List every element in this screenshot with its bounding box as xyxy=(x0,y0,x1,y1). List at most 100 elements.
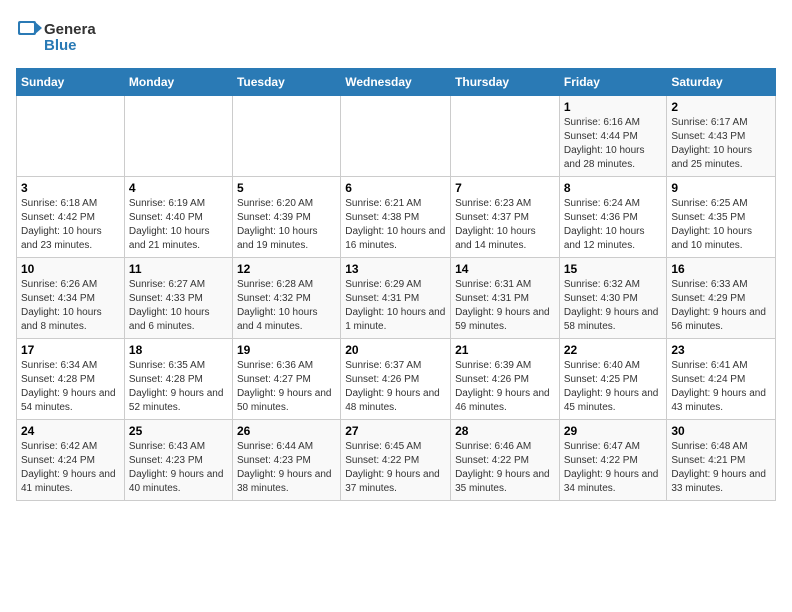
day-number: 9 xyxy=(671,181,771,195)
header-tuesday: Tuesday xyxy=(232,69,340,96)
day-number: 4 xyxy=(129,181,228,195)
day-number: 7 xyxy=(455,181,555,195)
day-number: 21 xyxy=(455,343,555,357)
week-row-4: 17 Sunrise: 6:34 AM Sunset: 4:28 PM Dayli… xyxy=(17,339,776,420)
day-number: 13 xyxy=(345,262,446,276)
day-number: 2 xyxy=(671,100,771,114)
day-cell: 24Sunrise: 6:42 AM Sunset: 4:24 PM Dayli… xyxy=(17,420,125,501)
day-info: Sunrise: 6:33 AM Sunset: 4:29 PM Dayligh… xyxy=(671,278,771,334)
day-info: Sunrise: 6:45 AM Sunset: 4:22 PM Dayligh… xyxy=(345,440,446,496)
day-number: 6 xyxy=(345,181,446,195)
day-info: Sunrise: 6:47 AM Sunset: 4:22 PM Dayligh… xyxy=(564,440,663,496)
header-thursday: Thursday xyxy=(451,69,560,96)
day-cell: 21 Sunrise: 6:39 AM Sunset: 4:26 PM Dayli… xyxy=(451,339,560,420)
day-info: Sunrise: 6:48 AM Sunset: 4:21 PM Dayligh… xyxy=(671,440,771,496)
week-row-3: 10 Sunrise: 6:26 AM Sunset: 4:34 PM Dayli… xyxy=(17,258,776,339)
day-info: Sunrise: 6:44 AM Sunset: 4:23 PM Dayligh… xyxy=(237,440,336,496)
day-cell xyxy=(17,96,125,177)
day-cell: 19 Sunrise: 6:36 AM Sunset: 4:27 PM Dayli… xyxy=(232,339,340,420)
day-cell: 27 Sunrise: 6:45 AM Sunset: 4:22 PM Dayli… xyxy=(341,420,451,501)
day-number: 3 xyxy=(21,181,120,195)
day-cell xyxy=(451,96,560,177)
day-number: 8 xyxy=(564,181,663,195)
week-row-1: 1 Sunrise: 6:16 AM Sunset: 4:44 PM Daylig… xyxy=(17,96,776,177)
day-cell xyxy=(341,96,451,177)
day-number: 30 xyxy=(671,424,771,438)
day-info: Sunrise: 6:34 AM Sunset: 4:28 PM Dayligh… xyxy=(21,359,120,415)
day-info: Sunrise: 6:35 AM Sunset: 4:28 PM Dayligh… xyxy=(129,359,228,415)
logo: GeneralBlue xyxy=(16,16,96,56)
day-cell xyxy=(232,96,340,177)
page-header: GeneralBlue xyxy=(16,16,776,56)
day-cell: 30 Sunrise: 6:48 AM Sunset: 4:21 PM Dayli… xyxy=(667,420,776,501)
header-friday: Friday xyxy=(559,69,667,96)
day-number: 29 xyxy=(564,424,663,438)
day-cell: 3 Sunrise: 6:18 AM Sunset: 4:42 PM Daylig… xyxy=(17,177,125,258)
week-row-5: 24Sunrise: 6:42 AM Sunset: 4:24 PM Dayli… xyxy=(17,420,776,501)
day-number: 11 xyxy=(129,262,228,276)
day-info: Sunrise: 6:26 AM Sunset: 4:34 PM Dayligh… xyxy=(21,278,120,334)
day-info: Sunrise: 6:29 AM Sunset: 4:31 PM Dayligh… xyxy=(345,278,446,334)
day-number: 28 xyxy=(455,424,555,438)
day-number: 25 xyxy=(129,424,228,438)
day-number: 1 xyxy=(564,100,663,114)
day-cell: 2 Sunrise: 6:17 AM Sunset: 4:43 PM Daylig… xyxy=(667,96,776,177)
day-cell: 9 Sunrise: 6:25 AM Sunset: 4:35 PM Daylig… xyxy=(667,177,776,258)
day-number: 10 xyxy=(21,262,120,276)
day-info: Sunrise: 6:32 AM Sunset: 4:30 PM Dayligh… xyxy=(564,278,663,334)
day-info: Sunrise: 6:17 AM Sunset: 4:43 PM Dayligh… xyxy=(671,116,771,172)
logo-svg: GeneralBlue xyxy=(16,16,96,56)
day-cell: 5 Sunrise: 6:20 AM Sunset: 4:39 PM Daylig… xyxy=(232,177,340,258)
day-info: Sunrise: 6:43 AM Sunset: 4:23 PM Dayligh… xyxy=(129,440,228,496)
day-number: 15 xyxy=(564,262,663,276)
week-row-2: 3 Sunrise: 6:18 AM Sunset: 4:42 PM Daylig… xyxy=(17,177,776,258)
day-number: 27 xyxy=(345,424,446,438)
day-info: Sunrise: 6:16 AM Sunset: 4:44 PM Dayligh… xyxy=(564,116,663,172)
day-number: 5 xyxy=(237,181,336,195)
day-cell: 22 Sunrise: 6:40 AM Sunset: 4:25 PM Dayli… xyxy=(559,339,667,420)
day-number: 17 xyxy=(21,343,120,357)
day-cell: 26Sunrise: 6:44 AM Sunset: 4:23 PM Dayli… xyxy=(232,420,340,501)
header-row: SundayMondayTuesdayWednesdayThursdayFrid… xyxy=(17,69,776,96)
day-info: Sunrise: 6:19 AM Sunset: 4:40 PM Dayligh… xyxy=(129,197,228,253)
day-cell: 16 Sunrise: 6:33 AM Sunset: 4:29 PM Dayli… xyxy=(667,258,776,339)
header-wednesday: Wednesday xyxy=(341,69,451,96)
day-info: Sunrise: 6:31 AM Sunset: 4:31 PM Dayligh… xyxy=(455,278,555,334)
day-cell: 10 Sunrise: 6:26 AM Sunset: 4:34 PM Dayli… xyxy=(17,258,125,339)
calendar-table: SundayMondayTuesdayWednesdayThursdayFrid… xyxy=(16,68,776,501)
day-cell: 6 Sunrise: 6:21 AM Sunset: 4:38 PM Daylig… xyxy=(341,177,451,258)
day-number: 20 xyxy=(345,343,446,357)
day-number: 24 xyxy=(21,424,120,438)
day-number: 16 xyxy=(671,262,771,276)
day-cell: 23Sunrise: 6:41 AM Sunset: 4:24 PM Dayli… xyxy=(667,339,776,420)
day-info: Sunrise: 6:21 AM Sunset: 4:38 PM Dayligh… xyxy=(345,197,446,253)
day-info: Sunrise: 6:28 AM Sunset: 4:32 PM Dayligh… xyxy=(237,278,336,334)
day-info: Sunrise: 6:20 AM Sunset: 4:39 PM Dayligh… xyxy=(237,197,336,253)
day-info: Sunrise: 6:24 AM Sunset: 4:36 PM Dayligh… xyxy=(564,197,663,253)
day-number: 22 xyxy=(564,343,663,357)
day-info: Sunrise: 6:18 AM Sunset: 4:42 PM Dayligh… xyxy=(21,197,120,253)
day-info: Sunrise: 6:40 AM Sunset: 4:25 PM Dayligh… xyxy=(564,359,663,415)
day-info: Sunrise: 6:27 AM Sunset: 4:33 PM Dayligh… xyxy=(129,278,228,334)
day-cell: 14Sunrise: 6:31 AM Sunset: 4:31 PM Dayli… xyxy=(451,258,560,339)
day-cell: 11 Sunrise: 6:27 AM Sunset: 4:33 PM Dayli… xyxy=(124,258,232,339)
day-cell: 8 Sunrise: 6:24 AM Sunset: 4:36 PM Daylig… xyxy=(559,177,667,258)
day-info: Sunrise: 6:36 AM Sunset: 4:27 PM Dayligh… xyxy=(237,359,336,415)
header-sunday: Sunday xyxy=(17,69,125,96)
header-monday: Monday xyxy=(124,69,232,96)
day-cell: 4 Sunrise: 6:19 AM Sunset: 4:40 PM Daylig… xyxy=(124,177,232,258)
day-cell: 17 Sunrise: 6:34 AM Sunset: 4:28 PM Dayli… xyxy=(17,339,125,420)
day-number: 18 xyxy=(129,343,228,357)
day-cell: 7 Sunrise: 6:23 AM Sunset: 4:37 PM Daylig… xyxy=(451,177,560,258)
day-number: 23 xyxy=(671,343,771,357)
svg-text:General: General xyxy=(44,21,96,38)
day-info: Sunrise: 6:46 AM Sunset: 4:22 PM Dayligh… xyxy=(455,440,555,496)
day-cell: 12Sunrise: 6:28 AM Sunset: 4:32 PM Dayli… xyxy=(232,258,340,339)
svg-text:Blue: Blue xyxy=(44,37,77,54)
day-info: Sunrise: 6:25 AM Sunset: 4:35 PM Dayligh… xyxy=(671,197,771,253)
day-cell: 18 Sunrise: 6:35 AM Sunset: 4:28 PM Dayli… xyxy=(124,339,232,420)
day-number: 19 xyxy=(237,343,336,357)
header-saturday: Saturday xyxy=(667,69,776,96)
day-info: Sunrise: 6:39 AM Sunset: 4:26 PM Dayligh… xyxy=(455,359,555,415)
day-info: Sunrise: 6:23 AM Sunset: 4:37 PM Dayligh… xyxy=(455,197,555,253)
